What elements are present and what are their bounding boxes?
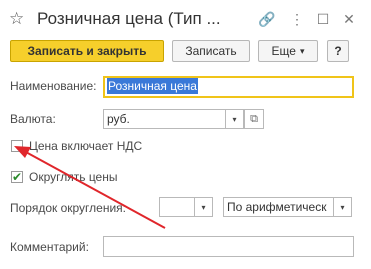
annotation-arrow — [14, 146, 166, 229]
